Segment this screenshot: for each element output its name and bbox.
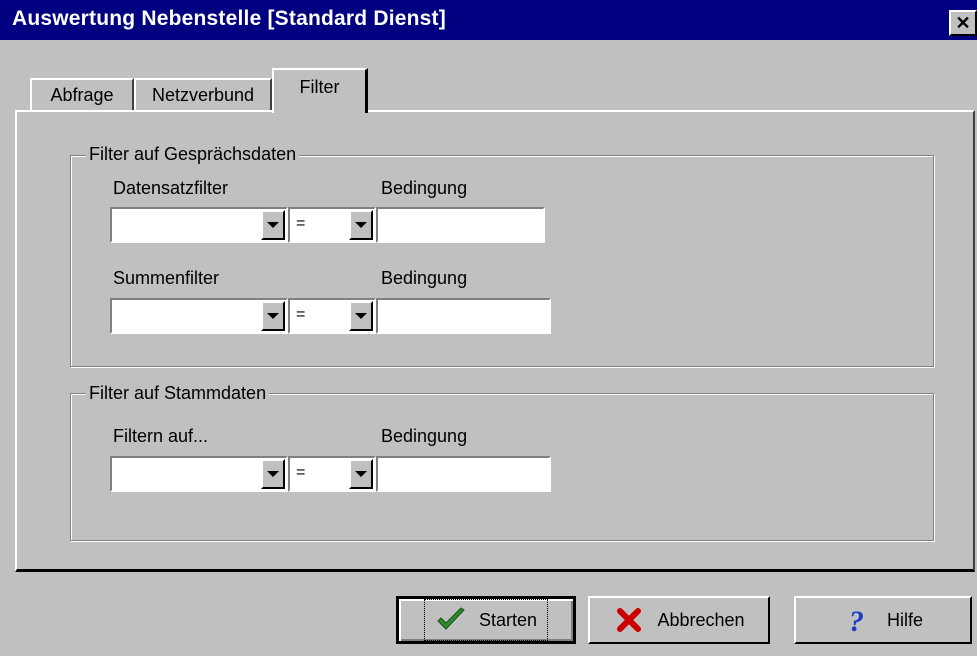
hilfe-button[interactable]: ? Hilfe — [794, 596, 972, 644]
tab-abfrage[interactable]: Abfrage — [30, 78, 134, 110]
tab-filter[interactable]: Filter — [272, 68, 368, 113]
abbrechen-button-label: Abbrechen — [657, 609, 745, 630]
tab-filter-label: Filter — [299, 77, 340, 97]
tab-panel-filter — [15, 110, 975, 572]
starten-button[interactable]: Starten — [396, 596, 576, 644]
question-mark-icon: ? — [843, 604, 875, 636]
svg-text:?: ? — [849, 605, 864, 635]
starten-button-label: Starten — [478, 609, 538, 630]
checkmark-icon — [435, 604, 467, 636]
red-x-icon — [613, 604, 645, 636]
tab-netzverbund[interactable]: Netzverbund — [134, 78, 272, 110]
hilfe-button-label: Hilfe — [886, 609, 923, 630]
dialog-window: Auswertung Nebenstelle [Standard Dienst]… — [0, 0, 977, 656]
starten-button-focus: Starten — [423, 599, 549, 641]
close-button[interactable]: ✕ — [949, 10, 977, 36]
active-tab-joint — [274, 108, 365, 114]
window-title: Auswertung Nebenstelle [Standard Dienst] — [12, 7, 446, 30]
close-icon: ✕ — [955, 13, 971, 33]
title-bar[interactable]: Auswertung Nebenstelle [Standard Dienst]… — [0, 0, 977, 40]
abbrechen-button[interactable]: Abbrechen — [588, 596, 770, 644]
tab-abfrage-label: Abfrage — [50, 85, 114, 105]
tab-netzverbund-label: Netzverbund — [151, 85, 255, 105]
